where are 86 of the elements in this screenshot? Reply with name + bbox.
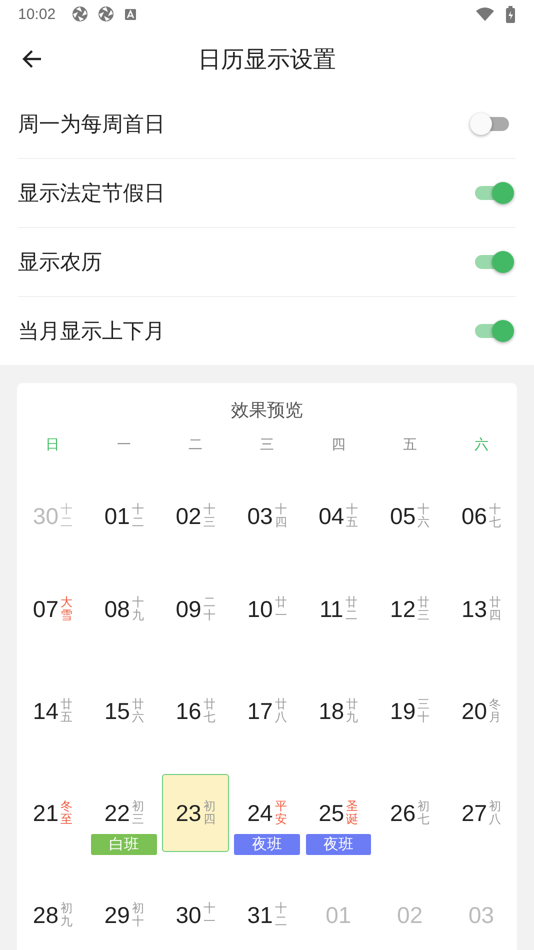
- lunar-date: 廿六: [132, 698, 144, 724]
- app-notification-icon: [72, 6, 88, 22]
- festival-label: 冬至: [60, 800, 72, 826]
- shift-tag: 夜班: [234, 834, 300, 855]
- day-number[interactable]: 01: [104, 502, 130, 530]
- day-number[interactable]: 24: [247, 800, 273, 826]
- lunar-date: 十七: [489, 502, 502, 530]
- lunar-date: 廿五: [60, 698, 72, 724]
- weekday-label: 六: [474, 436, 488, 455]
- festival-label: 平安: [274, 800, 287, 826]
- day-number[interactable]: 29: [104, 902, 130, 928]
- lunar-date: 二十: [203, 596, 216, 622]
- lunar-date: 廿九: [346, 698, 358, 724]
- setting-label: 显示法定节假日: [18, 180, 166, 207]
- day-number[interactable]: 21: [32, 800, 58, 826]
- day-number[interactable]: 14: [32, 698, 58, 724]
- shift-tag: 白班: [91, 834, 157, 855]
- lunar-date: 十二: [132, 502, 144, 530]
- lunar-date: 初四: [203, 800, 216, 826]
- lunar-date: 廿七: [203, 698, 216, 724]
- day-number[interactable]: 11: [319, 596, 344, 622]
- setting-label: 周一为每周首日: [18, 111, 166, 138]
- day-number[interactable]: 15: [104, 698, 130, 724]
- day-number: 23: [176, 800, 202, 826]
- day-number[interactable]: 25: [318, 800, 344, 826]
- day-number[interactable]: 20: [461, 698, 488, 724]
- setting-label: 当月显示上下月: [18, 318, 166, 345]
- page-title: 日历显示设置: [198, 46, 336, 72]
- day-number[interactable]: 27: [461, 800, 488, 826]
- day-number[interactable]: 19: [390, 698, 416, 724]
- weekday-label: 四: [331, 436, 346, 455]
- day-number[interactable]: 04: [318, 502, 344, 530]
- weekday-label: 一: [117, 436, 132, 455]
- festival-label: 大雪: [60, 596, 72, 622]
- lunar-date: 初七: [418, 800, 430, 826]
- status-time: 10:02: [18, 6, 56, 22]
- day-number[interactable]: 22: [104, 800, 130, 826]
- lunar-date: 初九: [60, 902, 72, 928]
- day-number[interactable]: 06: [461, 502, 488, 530]
- back-arrow-icon: [22, 48, 43, 70]
- day-number[interactable]: 30: [176, 902, 202, 928]
- lunar-date: 廿一: [274, 596, 287, 622]
- setting-label: 显示农历: [18, 249, 103, 276]
- lunar-date: 三十: [418, 698, 430, 724]
- weekday-label: 五: [402, 436, 417, 455]
- day-number[interactable]: 28: [32, 902, 58, 928]
- festival-label: 圣诞: [346, 800, 358, 826]
- shift-tag: 夜班: [306, 834, 372, 855]
- keyboard-notification-icon: [124, 8, 137, 20]
- day-number[interactable]: 18: [318, 698, 344, 724]
- day-number[interactable]: 07: [32, 596, 58, 622]
- lunar-date: 十九: [132, 596, 144, 622]
- battery-charging-icon: [505, 6, 516, 22]
- lunar-date: 廿八: [274, 698, 287, 724]
- day-number[interactable]: 16: [176, 698, 202, 724]
- day-number[interactable]: 09: [176, 596, 202, 622]
- preview-title: 效果预览: [230, 399, 304, 422]
- lunar-date: 十二: [60, 502, 72, 530]
- lunar-date: 初三: [132, 800, 144, 826]
- lunar-date: 廿四: [489, 596, 502, 622]
- weekday-label: 日: [46, 436, 60, 455]
- day-number[interactable]: 08: [104, 596, 130, 622]
- day-number[interactable]: 17: [247, 698, 273, 724]
- day-number[interactable]: 02: [176, 502, 202, 530]
- lunar-date: 十一: [203, 902, 216, 928]
- lunar-date: 廿二: [345, 596, 358, 622]
- lunar-date: 十三: [203, 502, 216, 530]
- day-number[interactable]: 31: [247, 902, 273, 928]
- app-notification-icon: [98, 6, 114, 22]
- weekday-label: 二: [188, 436, 203, 455]
- day-number[interactable]: 03: [247, 502, 273, 530]
- lunar-date: 十四: [274, 502, 287, 530]
- weekday-label: 三: [260, 436, 274, 455]
- day-number[interactable]: 26: [390, 800, 416, 826]
- lunar-date: 初八: [489, 800, 502, 826]
- lunar-date: 十六: [418, 502, 430, 530]
- lunar-date: 冬月: [489, 698, 502, 724]
- wifi-icon: [475, 6, 495, 22]
- day-number[interactable]: 05: [390, 502, 416, 530]
- lunar-date: 廿三: [418, 596, 430, 622]
- day-number[interactable]: 10: [247, 596, 273, 622]
- lunar-date: 十二: [274, 902, 287, 928]
- lunar-date: 初十: [132, 902, 144, 928]
- day-number[interactable]: 13: [461, 596, 488, 622]
- lunar-date: 十五: [346, 502, 358, 530]
- day-number[interactable]: 12: [390, 596, 416, 622]
